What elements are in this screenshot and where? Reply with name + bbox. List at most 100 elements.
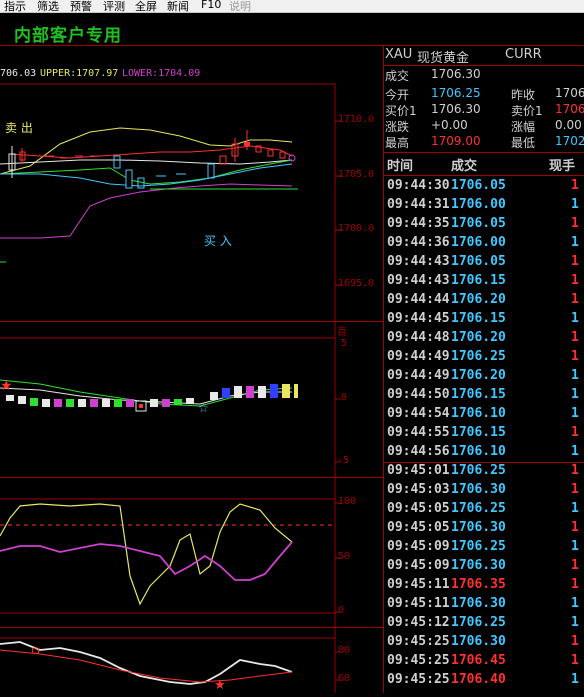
stat-value: 1706	[555, 102, 584, 116]
tick-row[interactable]: 09:45:12 1706.25 1	[383, 614, 584, 633]
tick-row[interactable]: 09:44:49 1706.20 1	[383, 367, 584, 386]
banner-title: 内部客户专用	[14, 26, 122, 46]
tick-volume: 1	[571, 292, 579, 307]
tick-row[interactable]: 09:44:50 1706.15 1	[383, 386, 584, 405]
tick-price: 1706.40	[451, 672, 506, 687]
tick-row[interactable]: 09:44:44 1706.20 1	[383, 291, 584, 310]
tick-time: 09:44:35	[387, 216, 450, 231]
tick-row[interactable]: 09:44:54 1706.10 1	[383, 405, 584, 424]
menu-item-alert[interactable]: 预警	[70, 0, 92, 12]
tick-row[interactable]: 09:45:09 1706.25 1	[383, 538, 584, 557]
tick-row[interactable]: 09:44:36 1706.00 1	[383, 234, 584, 253]
tick-volume: 1	[571, 558, 579, 573]
tick-row[interactable]: 09:44:30 1706.05 1	[383, 177, 584, 196]
quote-panel: XAU 现货黄金 CURR 成交 1706.30 今开 1706.25 昨收 1706…	[383, 46, 584, 693]
menu-item-indicator[interactable]: 指示	[4, 0, 26, 12]
boll-mid-value: 706.03	[0, 68, 37, 79]
tick-volume: 1	[571, 235, 579, 250]
rsi-axis-60: 60	[338, 673, 351, 684]
tick-volume: 1	[571, 463, 579, 478]
tick-row[interactable]: 09:44:31 1706.00 1	[383, 196, 584, 215]
tick-volume: 1	[571, 634, 579, 649]
tick-row[interactable]: 09:45:05 1706.25 1	[383, 500, 584, 519]
tick-volume: 1	[571, 482, 579, 497]
stat-value: 1706.25	[431, 86, 481, 100]
tick-volume: 1	[571, 444, 579, 459]
tick-price: 1706.15	[451, 311, 506, 326]
tick-price: 1706.05	[451, 216, 506, 231]
tick-volume: 1	[571, 596, 579, 611]
macd-star-cyan: ☆	[198, 401, 209, 415]
tick-volume: 1	[571, 520, 579, 535]
tick-volume: 1	[571, 406, 579, 421]
tick-row[interactable]: 09:45:09 1706.30 1	[383, 557, 584, 576]
tick-row[interactable]: 09:44:55 1706.15 1	[383, 424, 584, 443]
stat-label: 最高	[385, 136, 410, 150]
boll-upper-line	[0, 127, 293, 175]
tick-time: 09:45:12	[387, 615, 450, 630]
tick-volume: 1	[571, 197, 579, 212]
tick-price: 1706.30	[451, 558, 506, 573]
chart-svg[interactable]: ★ ☆ ★	[0, 46, 383, 693]
rsi-star: ★	[214, 678, 226, 693]
tick-row[interactable]: 09:45:25 1706.30 1	[383, 633, 584, 652]
tick-time: 09:45:05	[387, 520, 450, 535]
macd-axis-neg5: -5	[337, 455, 350, 466]
tick-time: 09:45:03	[387, 482, 450, 497]
tick-row[interactable]: 09:45:05 1706.30 1	[383, 519, 584, 538]
tick-row[interactable]: 09:45:11 1706.30 1	[383, 595, 584, 614]
symbol-name: 现货黄金	[417, 51, 470, 66]
menu-item-f10[interactable]: F10	[201, 0, 221, 11]
tick-volume: 1	[571, 387, 579, 402]
boll-lower-value: LOWER:1704.09	[122, 68, 201, 79]
macd-axis-0: 0	[341, 392, 348, 403]
macd-bars	[6, 384, 298, 412]
candlesticks	[8, 130, 296, 189]
tick-volume: 1	[571, 311, 579, 326]
tick-row[interactable]: 09:45:25 1706.45 1	[383, 652, 584, 671]
tick-price: 1706.15	[451, 273, 506, 288]
tick-time: 09:44:56	[387, 444, 450, 459]
tick-row[interactable]: 09:44:49 1706.25 1	[383, 348, 584, 367]
tick-row[interactable]: 09:44:56 1706.10 1	[383, 443, 584, 462]
stat-label: 买价1	[385, 104, 417, 118]
latest-value: 1706.30	[431, 67, 481, 81]
stat-value: 1702	[555, 134, 584, 148]
stat-label: 涨跌	[385, 120, 410, 134]
chart-area[interactable]: ★ ☆ ★ 706.03 UPPER:1707.97 LOWER:1704.09…	[0, 46, 383, 693]
tick-volume: 1	[571, 349, 579, 364]
ticks-header-volume: 现手	[549, 159, 576, 174]
rsi-axis-80: 80	[338, 645, 351, 656]
tick-row[interactable]: 09:44:43 1706.05 1	[383, 253, 584, 272]
tick-time: 09:45:11	[387, 577, 450, 592]
buy-signal-label: 买 入	[204, 234, 232, 248]
tick-volume: 1	[571, 672, 579, 687]
tick-row[interactable]: 09:45:03 1706.30 1	[383, 481, 584, 500]
tick-row[interactable]: 09:44:48 1706.20 1	[383, 329, 584, 348]
tick-row[interactable]: 09:44:43 1706.15 1	[383, 272, 584, 291]
tick-time: 09:45:25	[387, 653, 450, 668]
tick-price: 1706.20	[451, 330, 506, 345]
tick-row[interactable]: 09:44:35 1706.05 1	[383, 215, 584, 234]
tick-price: 1706.25	[451, 349, 506, 364]
tick-volume: 1	[571, 653, 579, 668]
tick-row[interactable]: 09:45:25 1706.40 1	[383, 671, 584, 690]
kdj-axis-0: 0	[338, 605, 345, 616]
tick-row[interactable]: 09:44:45 1706.15 1	[383, 310, 584, 329]
tick-row[interactable]: 09:45:01 1706.25 1	[383, 462, 584, 481]
quote-mode: CURR	[505, 47, 542, 62]
menu-item-filter[interactable]: 筛选	[37, 0, 59, 12]
tick-price: 1706.20	[451, 292, 506, 307]
tick-row[interactable]: 09:45:11 1706.35 1	[383, 576, 584, 595]
price-axis-1700: 1700.0	[338, 223, 375, 234]
tick-price: 1706.05	[451, 178, 506, 193]
ticks-header-price: 成交	[451, 159, 478, 174]
boll-upper-value: UPPER:1707.97	[40, 68, 119, 79]
menu-item-evaluate[interactable]: 评测	[103, 0, 125, 12]
tick-time: 09:44:49	[387, 368, 450, 383]
menu-item-fullscreen[interactable]: 全屏	[135, 0, 157, 12]
tick-price: 1706.15	[451, 387, 506, 402]
menu-item-news[interactable]: 新闻	[167, 0, 189, 12]
tick-time: 09:45:01	[387, 463, 450, 478]
kdj-magenta-line	[0, 541, 293, 581]
